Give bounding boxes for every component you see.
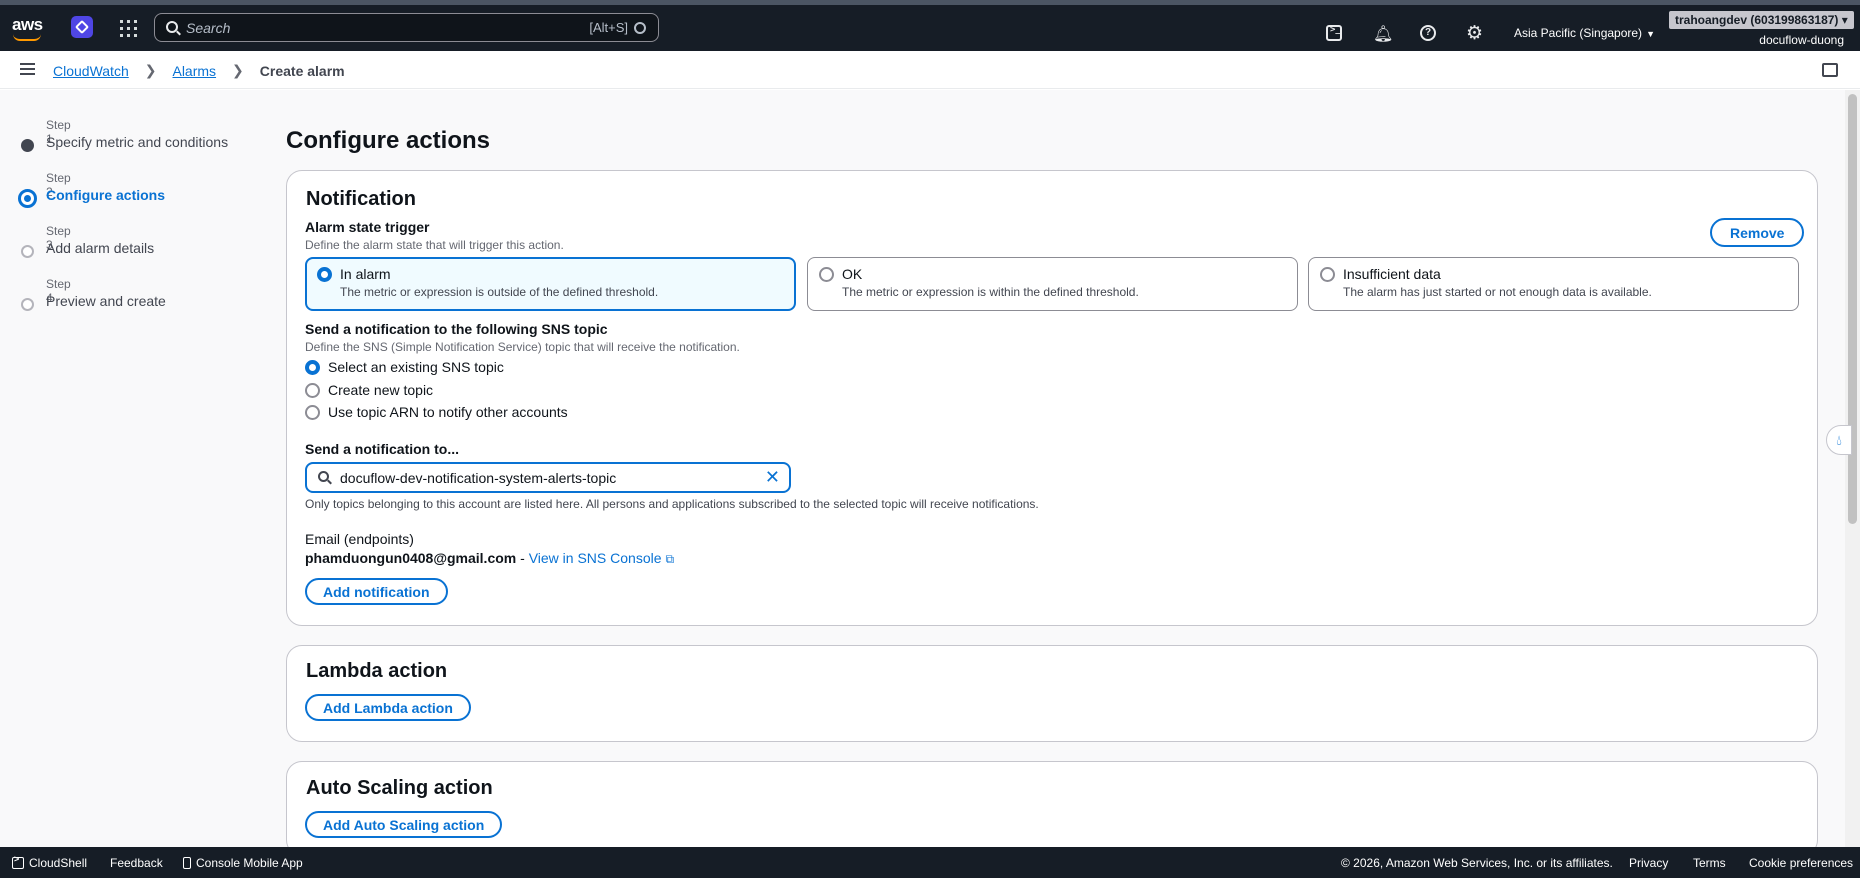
search-icon xyxy=(166,21,178,33)
breadcrumb-current: Create alarm xyxy=(259,62,345,79)
region-selector[interactable]: Asia Pacific (Singapore) ▼ xyxy=(1514,26,1655,40)
email-endpoints-label: Email (endpoints) xyxy=(305,531,414,547)
footer-feedback[interactable]: Feedback xyxy=(110,856,163,870)
global-search-input[interactable] xyxy=(186,19,506,37)
state-tile-insufficient-data[interactable]: Insufficient data The alarm has just sta… xyxy=(1308,257,1799,311)
topic-search-input[interactable] xyxy=(340,469,740,487)
footer-mobile-app[interactable]: Console Mobile App xyxy=(183,856,303,870)
radio-in-alarm[interactable] xyxy=(317,267,332,282)
autoscaling-heading: Auto Scaling action xyxy=(306,777,493,799)
phone-icon xyxy=(183,857,191,869)
add-autoscaling-action-button[interactable]: Add Auto Scaling action xyxy=(305,811,503,838)
account-name: docuflow-duong xyxy=(1759,33,1844,47)
menu-icon[interactable] xyxy=(20,63,35,75)
state-tile-ok[interactable]: OK The metric or expression is within th… xyxy=(807,257,1298,311)
clear-icon[interactable]: ✕ xyxy=(765,467,780,487)
step-label[interactable]: Specify metric and conditions xyxy=(46,134,228,150)
step-active-icon xyxy=(18,189,37,208)
sns-topic-desc: Define the SNS (Simple Notification Serv… xyxy=(305,340,740,354)
chevron-down-icon: ▼ xyxy=(1646,29,1655,39)
page-title: Configure actions xyxy=(286,127,491,154)
step-label: Add alarm details xyxy=(46,240,155,256)
option-create-topic[interactable]: Create new topic xyxy=(305,381,433,399)
radio-ok[interactable] xyxy=(819,267,834,282)
footer: CloudShell Feedback Console Mobile App ©… xyxy=(0,847,1860,878)
topic-search-field[interactable]: ✕ xyxy=(305,462,791,493)
account-menu[interactable]: trahoangdev (603199863187) ▾ xyxy=(1669,11,1854,29)
footer-terms[interactable]: Terms xyxy=(1693,856,1726,870)
alarm-state-trigger-desc: Define the alarm state that will trigger… xyxy=(305,238,564,252)
lambda-heading: Lambda action xyxy=(306,660,448,682)
top-navigation: aws [Alt+S] 🔔︎ ? ⚙ Asia Pacific (Singapo… xyxy=(0,0,1860,51)
send-to-label: Send a notification to... xyxy=(305,441,459,457)
option-topic-arn[interactable]: Use topic ARN to notify other accounts xyxy=(305,403,568,421)
services-menu-icon[interactable] xyxy=(120,20,137,37)
radio-existing-topic[interactable] xyxy=(305,359,320,375)
footer-copyright: © 2026, Amazon Web Services, Inc. or its… xyxy=(1341,856,1613,870)
cloudshell-icon[interactable] xyxy=(1326,25,1342,41)
sns-topic-label: Send a notification to the following SNS… xyxy=(305,321,608,337)
topic-hint: Only topics belonging to this account ar… xyxy=(305,497,1039,511)
step-label: Configure actions xyxy=(46,187,166,203)
chevron-right-icon: ❯ xyxy=(232,62,244,78)
global-search[interactable]: [Alt+S] xyxy=(154,13,659,42)
radio-topic-arn[interactable] xyxy=(305,404,320,420)
cloudshell-icon xyxy=(12,854,24,869)
breadcrumb-cloudwatch[interactable]: CloudWatch xyxy=(53,63,129,79)
side-panel-icon[interactable] xyxy=(1822,63,1838,77)
lambda-card: Lambda action xyxy=(286,645,1818,742)
view-in-sns-console-link[interactable]: View in SNS Console ⧉ xyxy=(529,550,674,566)
footer-cloudshell[interactable]: CloudShell xyxy=(12,854,87,870)
search-icon xyxy=(318,471,329,482)
breadcrumb-bar: CloudWatch ❯ Alarms ❯ Create alarm xyxy=(0,51,1860,89)
step-pending-icon xyxy=(21,298,34,311)
chevron-right-icon: ❯ xyxy=(144,62,157,78)
search-shortcut: [Alt+S] xyxy=(589,20,646,35)
assistant-float-icon[interactable]: 💧︎ xyxy=(1826,425,1852,455)
caret-down-icon: ▾ xyxy=(1841,13,1848,27)
footer-cookie-preferences[interactable]: Cookie preferences xyxy=(1749,856,1853,870)
email-address: phamduongun0408@gmail.com xyxy=(305,550,517,566)
search-assistant-icon xyxy=(634,21,646,34)
settings-gear-icon[interactable]: ⚙ xyxy=(1466,22,1484,44)
breadcrumb: CloudWatch ❯ Alarms ❯ Create alarm xyxy=(53,62,345,79)
add-lambda-action-button[interactable]: Add Lambda action xyxy=(305,694,471,721)
remove-button[interactable]: Remove xyxy=(1710,218,1805,247)
breadcrumb-alarms[interactable]: Alarms xyxy=(172,63,216,79)
add-notification-button[interactable]: Add notification xyxy=(305,578,448,605)
email-endpoint: phamduongun0408@gmail.com - View in SNS … xyxy=(305,550,675,566)
aws-logo-text: aws xyxy=(12,15,43,34)
service-shortcut-icon[interactable] xyxy=(71,16,93,38)
aws-logo[interactable]: aws xyxy=(12,15,44,43)
notifications-bell-icon[interactable]: 🔔︎ xyxy=(1373,24,1393,43)
radio-create-topic[interactable] xyxy=(305,382,320,398)
step-pending-icon xyxy=(21,245,34,258)
alarm-state-trigger-label: Alarm state trigger xyxy=(305,219,430,235)
radio-insufficient-data[interactable] xyxy=(1320,267,1335,282)
step-label: Preview and create xyxy=(46,293,166,309)
external-link-icon: ⧉ xyxy=(665,552,675,566)
option-existing-topic[interactable]: Select an existing SNS topic xyxy=(305,358,504,376)
step-complete-icon xyxy=(21,139,34,152)
help-icon[interactable]: ? xyxy=(1420,25,1436,41)
autoscaling-card: Auto Scaling action xyxy=(286,761,1818,856)
footer-privacy[interactable]: Privacy xyxy=(1629,856,1668,870)
page-scrollbar[interactable] xyxy=(1845,90,1860,847)
state-tile-in-alarm[interactable]: In alarm The metric or expression is out… xyxy=(305,257,796,311)
notification-heading: Notification xyxy=(306,188,416,210)
